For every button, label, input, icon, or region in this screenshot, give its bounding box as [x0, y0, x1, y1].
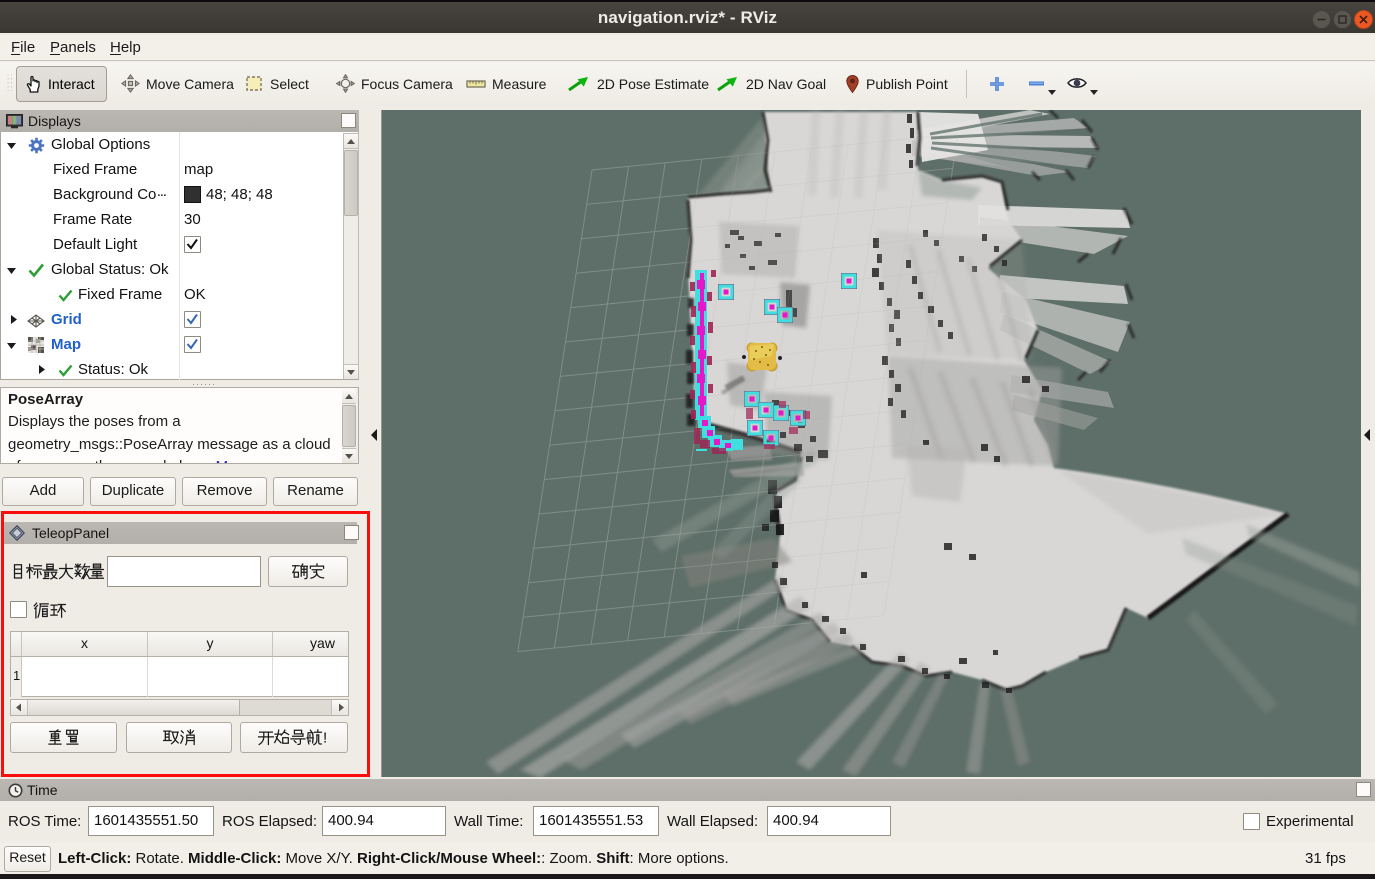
svg-text:!: ! — [323, 730, 327, 747]
